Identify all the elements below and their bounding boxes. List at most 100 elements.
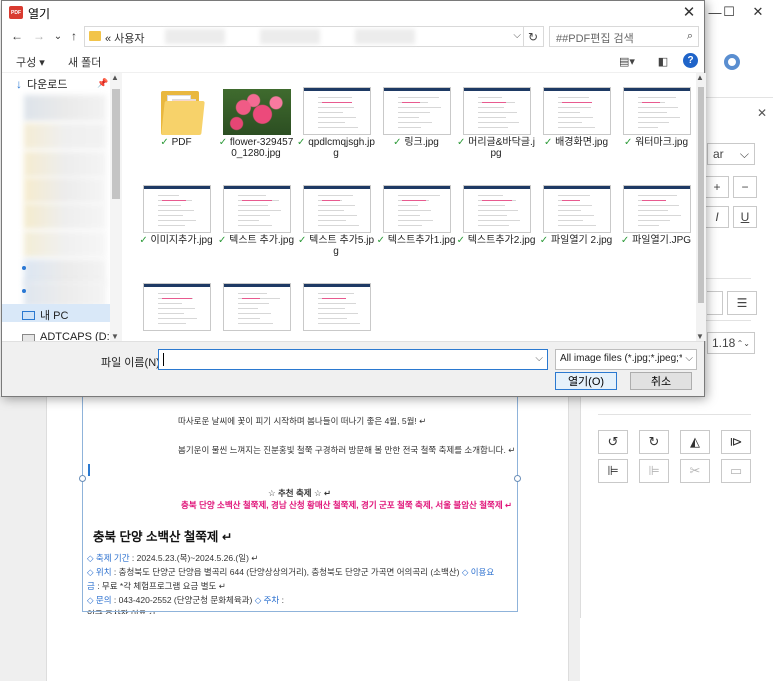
address-bar[interactable]: « 사용자 ⌵	[84, 26, 524, 47]
document-thumbnail	[543, 87, 611, 135]
dialog-close-icon[interactable]: ✕	[680, 3, 698, 21]
file-item[interactable]: ✓ 텍스트추가1.jpg	[376, 171, 456, 271]
text-box-selection[interactable]	[82, 396, 518, 612]
file-item[interactable]: ✓ 텍스트추가2.jpg	[456, 171, 536, 271]
scroll-up-icon[interactable]: ▲	[111, 73, 119, 82]
align-partial-button[interactable]	[707, 291, 723, 315]
file-item[interactable]: ✓ 이미지추가.jpg	[136, 171, 216, 271]
dialog-title: 열기	[28, 7, 51, 21]
nav-scrollbar[interactable]: ▲ ▼	[110, 73, 122, 341]
flip-horizontal-button[interactable]: ⧐	[721, 430, 751, 454]
file-item[interactable]: ✓ qpdlcmqjsgh.jpg	[296, 73, 376, 173]
document-thumbnail	[463, 185, 531, 233]
rotate-right-button[interactable]: ↻	[639, 430, 669, 454]
decrease-font-button[interactable]: −	[733, 176, 757, 198]
document-thumbnail	[543, 185, 611, 233]
filename-input[interactable]: ⌵	[158, 349, 548, 370]
file-name: ✓ 배경화면.jpg	[536, 137, 616, 148]
file-name: ✓ qpdlcmqjsgh.jpg	[296, 137, 376, 159]
chevron-down-icon[interactable]: ⌵	[513, 30, 521, 41]
drive-icon	[22, 334, 35, 341]
font-family-select[interactable]: ar ⌵	[707, 143, 755, 165]
file-item[interactable]	[216, 269, 296, 341]
file-item[interactable]: ✓ 배경화면.jpg	[536, 73, 616, 173]
file-item[interactable]: ✓ flower-3294570_1280.jpg	[216, 73, 296, 173]
nav-item-downloads[interactable]: ↓ 다운로드	[16, 76, 67, 92]
pin-icon[interactable]: 📌	[97, 78, 108, 89]
file-item[interactable]: ✓ 머리글&바닥글.jpg	[456, 73, 536, 173]
flip-vertical-button[interactable]: ◭	[680, 430, 710, 454]
nav-item-this-pc[interactable]: 내 PC	[22, 307, 68, 323]
view-options-icon[interactable]: ▤▾	[617, 54, 637, 68]
command-bar: 구성 ▾ 새 폴더 ▤▾ ◧ ?	[2, 49, 704, 73]
file-name: ✓ 이미지추가.jpg	[136, 235, 216, 246]
file-item[interactable]: ✓ 텍스트 추가.jpg	[216, 171, 296, 271]
file-name-text: 텍스트추가1.jpg	[387, 235, 456, 246]
organize-button[interactable]: 구성 ▾	[16, 54, 45, 70]
app-close-icon[interactable]: ✕	[741, 0, 773, 24]
bullet-icon	[22, 266, 26, 270]
preview-pane-icon[interactable]: ◧	[653, 54, 673, 68]
file-item[interactable]: ✓ 파일열기 2.jpg	[536, 171, 616, 271]
search-box[interactable]: ##PDF편집 검색 ⌕	[549, 26, 699, 47]
file-name: ✓ 머리글&바닥글.jpg	[456, 137, 536, 159]
align-objects-button[interactable]: ⊫	[598, 459, 628, 483]
nav-item-drive[interactable]: ADTCAPS (D:)	[22, 331, 113, 341]
recent-locations-icon[interactable]: ⌄	[50, 28, 66, 44]
up-arrow-icon[interactable]: ↑	[66, 28, 82, 44]
line-spacing-input[interactable]: 1.18 ⌃⌄	[707, 332, 755, 354]
refresh-icon[interactable]: ↻	[523, 26, 544, 47]
sync-check-icon: ✓	[456, 235, 468, 246]
resize-handle[interactable]	[79, 475, 86, 482]
chevron-down-icon[interactable]: ⌵	[535, 353, 543, 364]
file-item[interactable]	[136, 269, 216, 341]
italic-button[interactable]: I	[705, 206, 729, 228]
replace-image-button: ▭	[721, 459, 751, 483]
rotate-left-button[interactable]: ↺	[598, 430, 628, 454]
document-thumbnail	[463, 87, 531, 135]
file-name: ✓ 텍스트추가2.jpg	[456, 235, 536, 246]
document-thumbnail	[383, 87, 451, 135]
file-item[interactable]	[296, 269, 376, 341]
align-justify-button[interactable]: ☰	[727, 291, 757, 315]
scroll-down-icon[interactable]: ▼	[696, 332, 704, 341]
forward-arrow-icon: →	[33, 29, 45, 43]
navigation-pane: ↓ 다운로드 📌 내 PC ADTCAPS (D:) ▲ ▼	[2, 73, 122, 341]
file-name-text: 링크.jpg	[404, 137, 439, 148]
cancel-button[interactable]: 취소	[630, 372, 692, 390]
help-icon[interactable]: ?	[683, 53, 698, 68]
file-name: ✓ 파일열기.JPG	[616, 235, 696, 246]
file-type-filter[interactable]: All image files (*.jpg;*.jpeg;*.jp ⌵	[555, 349, 697, 370]
scroll-up-icon[interactable]: ▲	[696, 73, 704, 82]
file-name-text: qpdlcmqjsgh.jpg	[308, 137, 375, 159]
font-family-value: ar	[713, 147, 724, 161]
underline-button[interactable]: U	[733, 206, 757, 228]
text-caret	[163, 353, 164, 366]
scroll-down-icon[interactable]: ▼	[111, 332, 119, 341]
scroll-thumb[interactable]	[112, 89, 120, 199]
file-item[interactable]: ✓ PDF	[136, 73, 216, 173]
file-item[interactable]: ✓ 파일열기.JPG	[616, 171, 696, 271]
file-name-text: 텍스트 추가5.jpg	[309, 235, 375, 257]
crop-button: ✂	[680, 459, 710, 483]
panel-close-icon[interactable]: ✕	[757, 106, 767, 120]
line-spacing-value: 1.18	[712, 336, 736, 350]
file-name-text: 텍스트 추가.jpg	[229, 235, 295, 246]
bullet-icon	[22, 289, 26, 293]
redacted-nav-item	[24, 203, 106, 229]
file-item[interactable]: ✓ 워터마크.jpg	[616, 73, 696, 173]
file-item[interactable]: ✓ 링크.jpg	[376, 73, 456, 173]
open-button[interactable]: 열기(O)	[555, 372, 617, 390]
new-folder-button[interactable]: 새 폴더	[68, 54, 101, 70]
back-arrow-icon[interactable]: ←	[9, 28, 25, 44]
file-item[interactable]: ✓ 텍스트 추가5.jpg	[296, 171, 376, 271]
redacted-nav-item	[24, 123, 106, 149]
nav-item-label: 다운로드	[27, 79, 68, 91]
settings-gear-icon[interactable]	[724, 54, 740, 70]
files-scrollbar[interactable]: ▲ ▼	[696, 73, 706, 341]
sync-check-icon: ✓	[456, 137, 469, 148]
increase-font-button[interactable]: +	[705, 176, 729, 198]
resize-handle[interactable]	[514, 475, 521, 482]
document-thumbnail	[383, 185, 451, 233]
scroll-thumb[interactable]	[698, 87, 704, 303]
